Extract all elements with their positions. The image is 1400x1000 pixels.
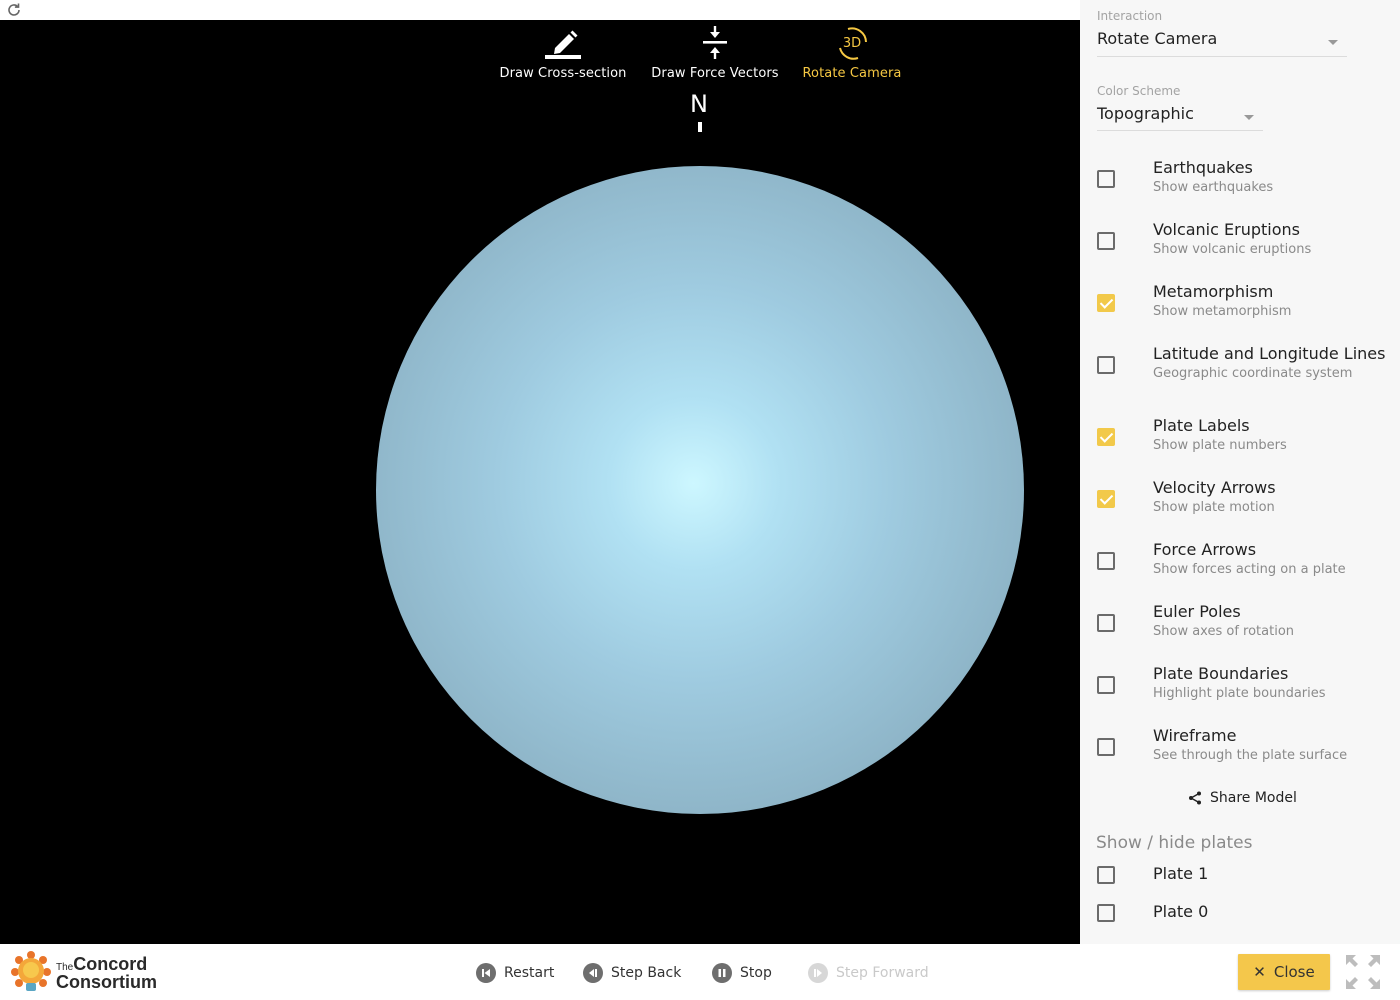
plate-0-checkbox[interactable] (1097, 904, 1115, 922)
option-velocity-arrows[interactable]: Velocity Arrows Show plate motion (1080, 478, 1400, 538)
option-title: Metamorphism (1153, 282, 1274, 301)
compass-north-label: N (690, 90, 708, 118)
fullscreen-icon[interactable] (1344, 953, 1382, 991)
chevron-down-icon (1328, 40, 1338, 45)
option-wireframe[interactable]: Wireframe See through the plate surface (1080, 726, 1400, 786)
metamorphism-checkbox[interactable] (1097, 294, 1115, 312)
force-vectors-icon (703, 26, 727, 59)
svg-text:3D: 3D (843, 36, 861, 51)
option-title: Earthquakes (1153, 158, 1253, 177)
step-forward-label: Step Forward (836, 965, 929, 981)
logo-consortium: Consortium (56, 971, 157, 992)
tool-rotate-camera[interactable]: 3D Rotate Camera (796, 24, 908, 81)
share-model-button[interactable]: Share Model (1188, 790, 1297, 806)
velocity-arrows-checkbox[interactable] (1097, 490, 1115, 508)
tool-label: Draw Cross-section (499, 66, 627, 81)
restart-icon (476, 963, 496, 983)
globe[interactable] (376, 166, 1024, 814)
select-underline (1097, 56, 1347, 57)
step-back-icon (583, 963, 603, 983)
compass-tick (698, 122, 702, 132)
reload-icon[interactable] (6, 2, 22, 18)
logo-concord: Concord (73, 953, 148, 974)
interaction-label: Interaction (1097, 9, 1163, 23)
option-force-arrows[interactable]: Force Arrows Show forces acting on a pla… (1080, 540, 1400, 600)
pause-icon (712, 963, 732, 983)
step-forward-button[interactable]: Step Forward (808, 963, 929, 983)
color-scheme-value: Topographic (1097, 104, 1194, 123)
chevron-down-icon (1244, 115, 1254, 120)
option-metamorphism[interactable]: Metamorphism Show metamorphism (1080, 282, 1400, 342)
volcanic-eruptions-checkbox[interactable] (1097, 232, 1115, 250)
wireframe-checkbox[interactable] (1097, 738, 1115, 756)
lat-long-lines-checkbox[interactable] (1097, 356, 1115, 374)
option-title: Plate Boundaries (1153, 664, 1289, 683)
option-subtitle: See through the plate surface (1153, 748, 1348, 763)
option-earthquakes[interactable]: Earthquakes Show earthquakes (1080, 158, 1400, 218)
option-subtitle: Show earthquakes (1153, 180, 1274, 195)
plate-1-checkbox[interactable] (1097, 866, 1115, 884)
bottom-bar: TheConcord Consortium Restart Step Back … (0, 944, 1400, 1000)
tool-label: Draw Force Vectors (651, 66, 779, 81)
share-model-label: Share Model (1210, 790, 1297, 806)
option-subtitle: Show plate numbers (1153, 438, 1287, 453)
stop-button[interactable]: Stop (712, 963, 772, 983)
option-title: Velocity Arrows (1153, 478, 1276, 497)
settings-sidebar: Interaction Rotate Camera Color Scheme T… (1080, 0, 1400, 944)
force-arrows-checkbox[interactable] (1097, 552, 1115, 570)
option-lat-long-lines[interactable]: Latitude and Longitude Lines Geographic … (1080, 344, 1400, 404)
tool-draw-cross-section[interactable]: Draw Cross-section (498, 24, 628, 81)
option-subtitle: Show metamorphism (1153, 304, 1292, 319)
logo-text: TheConcord Consortium (56, 953, 157, 992)
option-plate-boundaries[interactable]: Plate Boundaries Highlight plate boundar… (1080, 664, 1400, 724)
option-subtitle: Show axes of rotation (1153, 624, 1295, 639)
close-label: Close (1273, 963, 1315, 981)
tool-draw-force-vectors[interactable]: Draw Force Vectors (650, 24, 780, 81)
option-title: Plate Labels (1153, 416, 1250, 435)
tool-label: Rotate Camera (802, 66, 902, 81)
select-underline (1097, 130, 1263, 131)
euler-poles-checkbox[interactable] (1097, 614, 1115, 632)
earthquakes-checkbox[interactable] (1097, 170, 1115, 188)
option-title: Force Arrows (1153, 540, 1257, 559)
option-title: Latitude and Longitude Lines (1153, 344, 1386, 363)
plate-boundaries-checkbox[interactable] (1097, 676, 1115, 694)
option-subtitle: Highlight plate boundaries (1153, 686, 1326, 701)
restart-label: Restart (504, 965, 555, 981)
plates-section-title: Show / hide plates (1096, 833, 1253, 853)
logo-the: The (56, 961, 74, 973)
share-icon (1189, 791, 1201, 805)
plate-toggle-0[interactable]: Plate 0 (1080, 902, 1400, 932)
pencil-icon (545, 30, 581, 59)
rotate-3d-icon: 3D (839, 27, 867, 60)
option-title: Volcanic Eruptions (1153, 220, 1300, 239)
option-subtitle: Show volcanic eruptions (1153, 242, 1312, 257)
close-button[interactable]: ✕ Close (1238, 954, 1330, 990)
step-back-label: Step Back (611, 965, 682, 981)
close-icon: ✕ (1253, 963, 1266, 981)
restart-button[interactable]: Restart (476, 963, 554, 983)
concord-consortium-logo[interactable]: TheConcord Consortium (10, 950, 157, 996)
option-subtitle: Show plate motion (1153, 500, 1275, 515)
plate-labels-checkbox[interactable] (1097, 428, 1115, 446)
top-strip (0, 0, 1080, 20)
option-volcanic-eruptions[interactable]: Volcanic Eruptions Show volcanic eruptio… (1080, 220, 1400, 280)
option-euler-poles[interactable]: Euler Poles Show axes of rotation (1080, 602, 1400, 662)
option-subtitle: Geographic coordinate system (1153, 366, 1353, 381)
interaction-value: Rotate Camera (1097, 29, 1218, 48)
step-forward-icon (808, 963, 828, 983)
option-title: Euler Poles (1153, 602, 1241, 621)
option-subtitle: Show forces acting on a plate (1153, 562, 1346, 577)
color-scheme-label: Color Scheme (1097, 84, 1181, 98)
plate-label: Plate 0 (1153, 902, 1209, 921)
option-title: Wireframe (1153, 726, 1237, 745)
step-back-button[interactable]: Step Back (583, 963, 681, 983)
lightbulb-logo-icon (11, 951, 51, 991)
plate-toggle-1[interactable]: Plate 1 (1080, 864, 1400, 894)
globe-canvas[interactable]: Draw Cross-section Draw Force Vectors 3D… (0, 20, 1080, 944)
option-plate-labels[interactable]: Plate Labels Show plate numbers (1080, 416, 1400, 476)
stop-label: Stop (740, 965, 772, 981)
plate-label: Plate 1 (1153, 864, 1209, 883)
